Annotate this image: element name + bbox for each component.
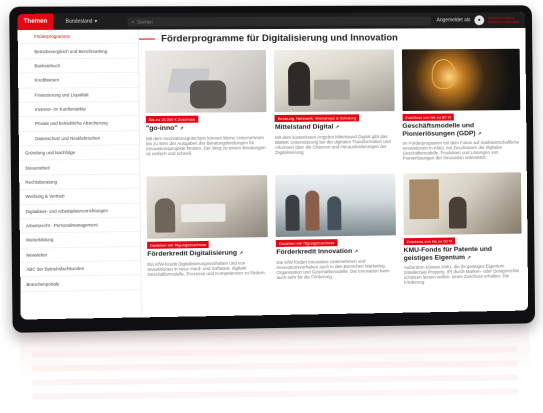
card-tag: Zuschuss von bis zu 50 % <box>403 237 456 246</box>
program-card[interactable]: Darlehen mit Tilgungszuschuss Förderkred… <box>146 175 269 294</box>
card-tag: Darlehen mit Tilgungszuschuss <box>276 239 338 248</box>
browser-window: Themen Bundesland ▾ ⌕ Suchen Angemeldet … <box>17 12 529 320</box>
program-card[interactable]: Bis zu 15.000 € Zuschuss "go-inno" ↗ Mit… <box>145 50 267 169</box>
hotline-line2: Rückruf anfordern <box>488 19 520 25</box>
reflection-line <box>31 346 518 358</box>
sidebar: Förderprogramme Betriebsvergleich und Ben… <box>17 29 142 320</box>
sidebar-item[interactable]: Kreditwesen <box>18 72 139 89</box>
library-desk-photo <box>402 172 522 236</box>
user-label: Angemeldet als <box>436 17 471 24</box>
card-description: Mit dem Innovationsgutschein können klei… <box>146 134 266 156</box>
group-workshop-photo <box>275 173 396 238</box>
sidebar-item[interactable]: Gründung und Nachfolge <box>18 145 140 161</box>
sidebar-item[interactable]: Investor- im Kunftsmärkte <box>18 101 139 118</box>
card-title[interactable]: Geschäftsmodelle und Pionierlösungen (GD… <box>402 122 520 139</box>
card-grid: Bis zu 15.000 € Zuschuss "go-inno" ↗ Mit… <box>139 48 522 295</box>
title-accent-line <box>138 38 156 40</box>
main-content: Förderprogramme für Digitalisierung und … <box>138 28 528 317</box>
card-tag: Beratung, Netzwerk, Workshops & Schulung <box>274 114 360 123</box>
sidebar-item[interactable]: Betriebsvergleich und Benchmarking <box>17 44 139 60</box>
team-desk-photo <box>146 175 269 240</box>
card-title[interactable]: Mittelstand Digital ↗ <box>275 123 395 133</box>
external-link-icon: ↗ <box>354 248 359 256</box>
card-title[interactable]: Förderkredit Digitalisierung ↗ <box>147 249 268 259</box>
card-title[interactable]: Förderkredit Innovation ↗ <box>276 247 396 257</box>
card-tag: Zuschuss von bis zu 80 % <box>402 113 454 121</box>
sidebar-item[interactable]: Förderprogramme <box>17 29 138 45</box>
reflection-line <box>32 374 519 386</box>
card-title[interactable]: KMU-Fonds für Patente und geistiges Eige… <box>404 246 522 264</box>
sidebar-item[interactable]: Werbung & Vertrieb <box>19 188 140 205</box>
sidebar-item[interactable]: Private und betriebliche Absicherung <box>18 116 139 132</box>
card-description: Außerdem können KMU, die ihr geistiges E… <box>403 263 520 286</box>
lightbulb-photo <box>401 48 521 111</box>
hotline-link[interactable]: Service-Hotline Rückruf anfordern <box>488 15 520 25</box>
program-card[interactable]: Zuschuss von bis zu 50 % KMU-Fonds für P… <box>402 172 522 290</box>
external-link-icon: ↗ <box>335 124 340 131</box>
program-card[interactable]: Darlehen mit Tilgungszuschuss Förderkred… <box>275 173 396 292</box>
page-title: Förderprogramme für Digitalisierung und … <box>161 32 398 45</box>
sidebar-item[interactable]: Banksiebuch <box>17 58 139 74</box>
sidebar-item[interactable]: Digitalisier- und Arbeitsplatzvorrichtun… <box>19 203 140 220</box>
external-link-icon: ↗ <box>477 130 482 137</box>
external-link-icon: ↗ <box>179 125 184 132</box>
card-description: Im Förderprogramm mit dem Fokus auf mark… <box>402 139 520 161</box>
search-input[interactable]: ⌕ Suchen <box>127 15 431 27</box>
sidebar-item[interactable]: Finanzierung und Liquidität <box>18 87 139 103</box>
card-tag: Darlehen mit Tilgungszuschuss <box>147 241 210 250</box>
sidebar-item[interactable]: Datenschutz und Neuklebrüchen <box>18 130 140 147</box>
sidebar-item[interactable]: Steuerarbeit <box>19 159 140 176</box>
chevron-down-icon: ▾ <box>94 18 98 25</box>
program-card[interactable]: Zuschuss von bis zu 80 % Geschäftsmodell… <box>401 48 521 166</box>
reflection-line <box>31 360 519 372</box>
card-tag: Bis zu 15.000 € Zuschuss <box>145 115 199 124</box>
search-icon: ⌕ <box>131 18 135 25</box>
screen-reflection <box>19 327 531 408</box>
card-description: Die KfW fördert innovative Unternehmen u… <box>276 258 390 280</box>
user-icon[interactable]: ● <box>474 15 485 26</box>
card-title[interactable]: "go-inno" ↗ <box>146 124 267 134</box>
program-card[interactable]: Beratung, Netzwerk, Workshops & Schulung… <box>274 49 395 167</box>
bundesland-label: Bundesland <box>65 18 93 25</box>
office-meeting-photo <box>274 49 395 113</box>
external-link-icon: ↗ <box>238 250 244 257</box>
external-link-icon: ↗ <box>466 254 472 261</box>
search-placeholder: Suchen <box>137 18 153 25</box>
bundesland-selector[interactable]: Bundesland ▾ <box>66 19 98 25</box>
themen-menu-button[interactable]: Themen <box>17 13 54 31</box>
card-description: Ein KfW-Kredit Digitalisierungsvorhaben … <box>147 260 266 277</box>
sidebar-item[interactable]: Branchenportale <box>20 275 141 292</box>
sidebar-item[interactable]: Rechtsberatung <box>19 174 140 191</box>
card-description: Mit dem kostenlosen Angebot Mittelstand-… <box>275 133 391 155</box>
reflection-line <box>32 388 519 400</box>
laptop-photo <box>145 50 267 114</box>
sidebar-item[interactable]: Arbeitsrecht - Personalmanagement <box>19 217 140 234</box>
